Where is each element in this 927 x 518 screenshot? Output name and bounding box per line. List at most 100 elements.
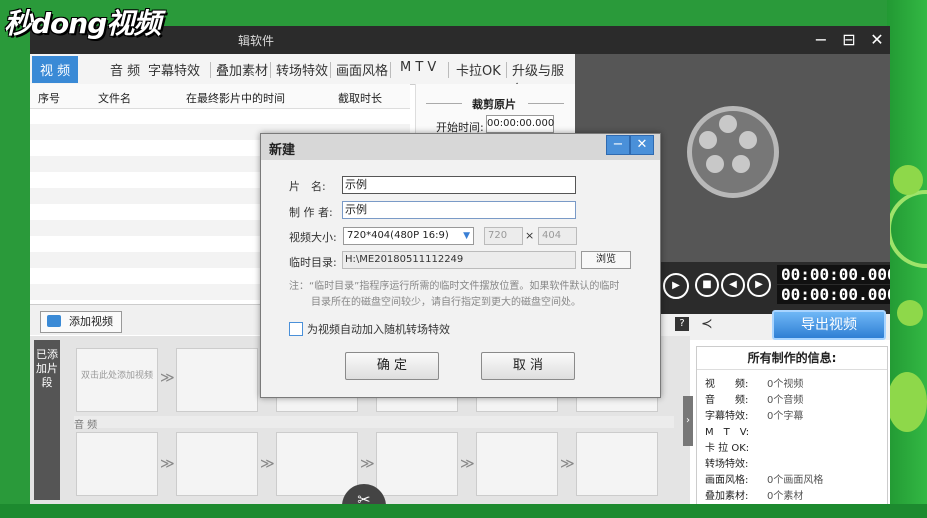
col-index: 序号	[38, 92, 60, 105]
note-line-2: 目录所在的磁盘空间较少，请自行指定到更大的磁盘空间处。	[311, 297, 581, 308]
clip-panel-title: 裁剪原片	[472, 98, 516, 111]
decor-dot	[887, 372, 927, 432]
info-row: 叠加素材: 0个素材	[705, 491, 804, 502]
decor-ring	[887, 190, 927, 268]
film-reel-icon	[687, 106, 779, 198]
tab-separator	[448, 62, 449, 78]
audio-track-label: 音 频	[74, 416, 674, 431]
col-filename: 文件名	[98, 92, 131, 105]
info-row: 转场特效:	[705, 459, 749, 470]
video-slot[interactable]	[176, 348, 258, 412]
arrow-icon: ≫	[160, 456, 175, 472]
timecode-current: 00:00:00.000	[777, 265, 890, 284]
temp-dir-field[interactable]: H:\ME20180511112249	[342, 251, 576, 269]
video-slot[interactable]: 双击此处添加视频	[76, 348, 158, 412]
bottom-bar	[0, 504, 927, 518]
reel-hole	[732, 155, 750, 173]
info-row: 音 频: 0个音频	[705, 395, 804, 406]
help-icon[interactable]: ?	[675, 317, 689, 331]
video-size-label: 视频大小:	[289, 231, 337, 244]
app-title: 辑软件	[238, 34, 275, 48]
height-field: 404	[538, 227, 577, 245]
col-time-in-movie: 在最终影片中的时间	[186, 92, 285, 105]
decor-dot	[893, 165, 923, 195]
note-line-1: 注：“临时目录”指程序运行所需的临时文件摆放位置。如果软件默认的临时	[289, 281, 620, 292]
arrow-icon: ≫	[160, 370, 175, 386]
watermark-logo: 秒dong视频	[4, 7, 161, 40]
reel-hole	[719, 115, 737, 133]
name-label: 片 名:	[289, 180, 326, 193]
play-icon[interactable]: ▶	[663, 273, 689, 299]
panel-toggle-handle[interactable]: ›	[683, 396, 693, 446]
add-video-button[interactable]: 添加视频	[40, 311, 122, 333]
reel-hole	[699, 131, 717, 149]
tab-audio[interactable]: 音 频	[110, 60, 140, 79]
audio-slot[interactable]	[376, 432, 458, 496]
tab-separator	[210, 62, 211, 78]
tab-video[interactable]: 视 频	[32, 56, 79, 83]
slot-placeholder: 双击此处添加视频	[80, 371, 153, 381]
video-size-select[interactable]: 720*404(480P 16:9) ▼	[343, 227, 474, 245]
arrow-icon: ≫	[460, 456, 475, 472]
audio-slot[interactable]	[76, 432, 158, 496]
share-icon[interactable]: ≺	[701, 316, 713, 332]
tab-overlay[interactable]: 叠加素材	[216, 60, 268, 79]
audio-slot[interactable]	[476, 432, 558, 496]
prev-frame-icon[interactable]: ◀	[721, 273, 745, 297]
arrow-icon: ≫	[560, 456, 575, 472]
width-field: 720	[484, 227, 523, 245]
tab-subtitle-effects[interactable]: 字幕特效	[148, 60, 200, 79]
maximize-button[interactable]: ⊟	[836, 29, 862, 51]
audio-slot[interactable]	[576, 432, 658, 496]
audio-slot[interactable]	[176, 432, 258, 496]
divider	[426, 103, 462, 104]
author-label: 制 作 者:	[289, 206, 333, 219]
ok-button[interactable]: 确 定	[345, 352, 439, 380]
add-video-icon	[47, 315, 61, 327]
close-button[interactable]: ✕	[864, 29, 890, 51]
divider	[528, 103, 564, 104]
tab-separator	[390, 62, 391, 78]
random-transition-label: 为视频自动加入随机转场特效	[307, 323, 450, 336]
audio-slot[interactable]	[276, 432, 358, 496]
export-video-button[interactable]: 导出视频	[772, 310, 886, 340]
info-row: 视 频: 0个视频	[705, 379, 804, 390]
decor-dot	[897, 300, 923, 326]
next-frame-icon[interactable]: ▶	[747, 273, 771, 297]
info-row: 字幕特效: 0个字幕	[705, 411, 804, 422]
chevron-down-icon: ▼	[463, 231, 470, 241]
minimize-button[interactable]: −	[808, 29, 834, 51]
tab-karaoke[interactable]: 卡拉OK	[456, 60, 501, 79]
tab-mtv[interactable]: M T V	[400, 60, 436, 75]
tab-style[interactable]: 画面风格	[336, 60, 388, 79]
info-row: 画面风格: 0个画面风格	[705, 475, 824, 486]
background-decoration	[887, 0, 927, 518]
tab-separator	[330, 62, 331, 78]
reel-hole	[739, 131, 757, 149]
video-list-header: 序号 文件名 在最终影片中的时间 截取时长	[30, 84, 410, 109]
name-field[interactable]: 示例	[342, 176, 576, 194]
cancel-button[interactable]: 取 消	[481, 352, 575, 380]
stop-icon[interactable]: ■	[695, 273, 719, 297]
dialog-close-button[interactable]: ✕	[630, 135, 654, 155]
dialog-title: 新建	[269, 143, 296, 158]
random-transition-checkbox[interactable]	[289, 322, 303, 336]
temp-dir-label: 临时目录:	[289, 256, 337, 269]
info-row: 卡 拉 OK:	[705, 443, 750, 454]
new-project-dialog: 新建 − ✕ 片 名: 示例 制 作 者: 示例 视频大小: 720*404(4…	[260, 133, 661, 398]
dialog-title-bar: 新建 − ✕	[261, 134, 660, 160]
browse-button[interactable]: 浏览	[581, 251, 631, 269]
author-field[interactable]: 示例	[342, 201, 576, 219]
info-row: M T V:	[705, 427, 750, 438]
dialog-minimize-button[interactable]: −	[606, 135, 630, 155]
tab-transition[interactable]: 转场特效	[276, 60, 328, 79]
info-title: 所有制作的信息:	[697, 347, 887, 370]
reel-hole	[706, 155, 724, 173]
start-time-field[interactable]: 00:00:00.000	[486, 115, 554, 133]
added-clips-label: 已添加片段	[34, 340, 60, 500]
times-sign: ×	[525, 229, 535, 242]
arrow-icon: ≫	[260, 456, 275, 472]
tab-separator	[270, 62, 271, 78]
tab-separator	[506, 62, 507, 78]
arrow-icon: ≫	[360, 456, 375, 472]
